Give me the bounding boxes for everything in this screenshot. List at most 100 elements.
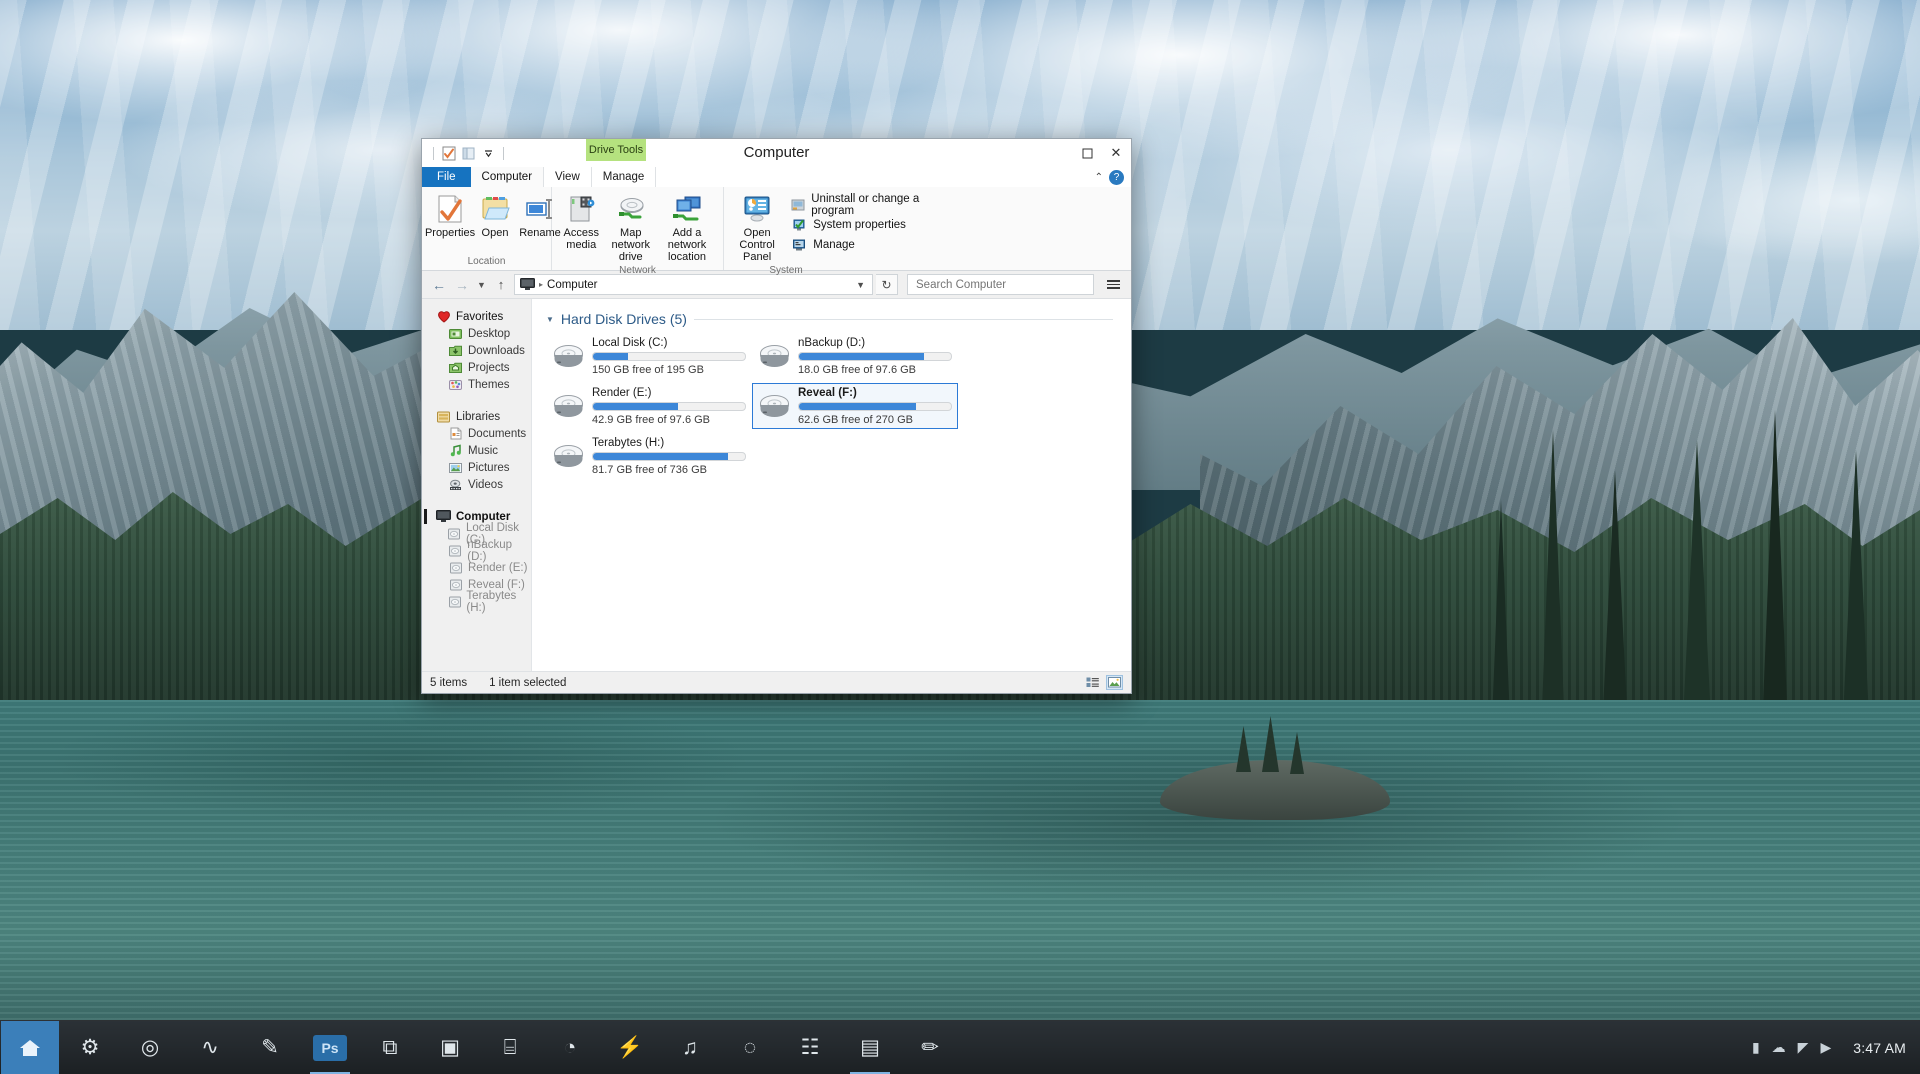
volume-icon[interactable]: ▶ xyxy=(1820,1039,1831,1056)
network-icon[interactable]: ◤ xyxy=(1798,1039,1809,1056)
back-arrow-icon[interactable]: ← xyxy=(429,275,449,295)
hard-drive-icon xyxy=(552,393,585,420)
sidebar-item-nbackup-d[interactable]: nBackup (D:) xyxy=(422,539,531,563)
drive-tiles[interactable]: Local Disk (C:) 150 GB free of 195 GB nB… xyxy=(546,333,1131,483)
system-command-list[interactable]: Uninstall or change a program System pro… xyxy=(783,191,948,253)
maximize-button[interactable] xyxy=(1073,139,1101,167)
address-path-field[interactable]: ▸ Computer ▼ xyxy=(514,274,873,295)
system-tray[interactable]: ▮ ☁ ◤ ▶ 3:47 AM xyxy=(1752,1039,1920,1056)
ribbon-right-controls[interactable]: ⌃ ? xyxy=(1095,167,1131,187)
taskbar-settings-app[interactable]: ⚙ xyxy=(60,1021,120,1074)
taskbar-music-app[interactable]: ♫ xyxy=(660,1021,720,1074)
uninstall-or-change-program-item[interactable]: Uninstall or change a program xyxy=(791,193,940,217)
close-button[interactable]: ✕ xyxy=(1101,139,1131,167)
access-media-button[interactable]: Access media xyxy=(558,191,605,253)
sidebar-item-desktop[interactable]: Desktop xyxy=(422,325,531,342)
help-button[interactable]: ? xyxy=(1109,169,1124,185)
taskbar-blender-app[interactable]: ◔ xyxy=(540,1021,600,1074)
up-arrow-icon[interactable]: ↑ xyxy=(491,275,511,295)
window-buttons[interactable]: ✕ xyxy=(1073,139,1131,167)
hamburger-icon[interactable] xyxy=(1102,274,1124,295)
quick-access-toolbar[interactable] xyxy=(422,142,507,164)
folder-icon[interactable] xyxy=(460,145,477,162)
sidebar-item-terabytes-h[interactable]: Terabytes (H:) xyxy=(422,590,531,614)
drive-tile-render-e[interactable]: Render (E:) 42.9 GB free of 97.6 GB xyxy=(546,383,752,429)
recent-locations-icon[interactable]: ▼ xyxy=(475,275,488,295)
navigation-pane[interactable]: Favorites Desktop Downloads Projects The… xyxy=(422,299,532,671)
uninstall-label: Uninstall or change a program xyxy=(811,192,920,217)
taskbar-archive-app[interactable]: ⌸ xyxy=(480,1021,540,1074)
drive-icon xyxy=(448,543,462,558)
uninstall-icon xyxy=(791,197,805,213)
network-location-icon xyxy=(671,193,703,225)
battery-icon[interactable]: ▮ xyxy=(1752,1039,1760,1056)
drive-tile-nbackup-d[interactable]: nBackup (D:) 18.0 GB free of 97.6 GB xyxy=(752,333,958,379)
add-network-location-button[interactable]: Add a network location xyxy=(657,191,717,265)
refresh-icon[interactable]: ↻ xyxy=(876,274,898,295)
window-title-bar[interactable]: Computer Drive Tools ✕ xyxy=(422,139,1131,167)
collapse-triangle-icon[interactable]: ▼ xyxy=(546,315,554,324)
ribbon-tab-strip[interactable]: File Computer View Manage ⌃ ? xyxy=(422,167,1131,187)
sidebar-item-themes[interactable]: Themes xyxy=(422,376,531,393)
ribbon[interactable]: Properties Open Rename Location Access m… xyxy=(422,187,1131,276)
map-network-drive-button[interactable]: Map network drive xyxy=(606,191,656,265)
sidebar-item-documents[interactable]: Documents xyxy=(422,425,531,442)
drive-tile-local-disk-c[interactable]: Local Disk (C:) 150 GB free of 195 GB xyxy=(546,333,752,379)
taskbar-editor-app[interactable]: ✏ xyxy=(900,1021,960,1074)
sidebar-item-computer[interactable]: Computer xyxy=(422,508,531,525)
tab-manage[interactable]: Manage xyxy=(591,167,657,187)
chevron-down-icon[interactable] xyxy=(480,145,497,162)
open-control-panel-button[interactable]: Open Control Panel xyxy=(732,191,782,265)
nav-section-favorites[interactable]: Favorites xyxy=(422,308,531,325)
clock[interactable]: 3:47 AM xyxy=(1853,1040,1906,1056)
collapse-ribbon-button[interactable]: ⌃ xyxy=(1095,172,1103,183)
system-properties-item[interactable]: System properties xyxy=(791,216,940,233)
nav-gap-1 xyxy=(422,393,531,408)
sidebar-item-downloads[interactable]: Downloads xyxy=(422,342,531,359)
search-input[interactable] xyxy=(914,277,1087,292)
open-button[interactable]: Open xyxy=(473,191,517,241)
view-switcher[interactable] xyxy=(1084,675,1123,690)
taskbar-photoshop-app[interactable]: Ps xyxy=(300,1021,360,1074)
forward-arrow-icon[interactable]: → xyxy=(452,275,472,295)
window-body: Favorites Desktop Downloads Projects The… xyxy=(422,299,1131,671)
taskbar-calculator-app[interactable]: ☷ xyxy=(780,1021,840,1074)
manage-item[interactable]: Manage xyxy=(791,236,940,253)
sidebar-item-projects[interactable]: Projects xyxy=(422,359,531,376)
drive-tile-reveal-f[interactable]: Reveal (F:) 62.6 GB free of 270 GB xyxy=(752,383,958,429)
start-button[interactable] xyxy=(0,1020,60,1074)
breadcrumb-computer[interactable]: Computer xyxy=(547,279,598,291)
desktop[interactable]: Computer Drive Tools ✕ File Computer Vie… xyxy=(0,0,1920,1074)
taskbar[interactable]: ⚙ ◎ ∿ ✎ Ps ⧉ ▣ ⌸ ◔ ⚡ ♫ ◌ ☷ ▤ ✏ ▮ ☁ ◤ ▶ 3… xyxy=(0,1020,1920,1074)
map-drive-icon xyxy=(615,193,647,225)
sidebar-item-videos[interactable]: Videos xyxy=(422,476,531,493)
properties-icon[interactable] xyxy=(440,145,457,162)
sidebar-item-render-e[interactable]: Render (E:) xyxy=(422,559,531,576)
taskbar-clipboard-app[interactable]: ⧉ xyxy=(360,1021,420,1074)
properties-button[interactable]: Properties xyxy=(425,191,475,241)
group-header-hard-disk-drives[interactable]: ▼ Hard Disk Drives (5) xyxy=(546,311,1131,327)
taskbar-search-app[interactable]: ◌ xyxy=(720,1021,780,1074)
large-icons-view-icon[interactable] xyxy=(1106,675,1123,690)
search-box[interactable] xyxy=(907,274,1094,295)
taskbar-power-app[interactable]: ⚡ xyxy=(600,1021,660,1074)
bolt-icon: ⚡ xyxy=(616,1036,644,1059)
tab-view[interactable]: View xyxy=(544,167,592,187)
onedrive-icon[interactable]: ☁ xyxy=(1772,1039,1786,1056)
taskbar-chrome-app[interactable]: ◎ xyxy=(120,1021,180,1074)
capacity-fill xyxy=(593,402,679,410)
nav-section-libraries[interactable]: Libraries xyxy=(422,408,531,425)
content-area[interactable]: ▼ Hard Disk Drives (5) Local Disk (C:) 1… xyxy=(532,299,1131,671)
taskbar-monitor-app[interactable]: ∿ xyxy=(180,1021,240,1074)
address-dropdown-icon[interactable]: ▼ xyxy=(851,280,870,290)
tab-file[interactable]: File xyxy=(422,167,471,187)
sidebar-item-pictures[interactable]: Pictures xyxy=(422,459,531,476)
details-view-icon[interactable] xyxy=(1084,675,1101,690)
drive-tile-terabytes-h[interactable]: Terabytes (H:) 81.7 GB free of 736 GB xyxy=(546,433,752,479)
taskbar-video-app[interactable]: ▣ xyxy=(420,1021,480,1074)
sidebar-item-music[interactable]: Music xyxy=(422,442,531,459)
taskbar-explorer-app[interactable]: ▤ xyxy=(840,1021,900,1074)
taskbar-notes-app[interactable]: ✎ xyxy=(240,1021,300,1074)
file-explorer-window[interactable]: Computer Drive Tools ✕ File Computer Vie… xyxy=(421,138,1132,694)
tab-computer[interactable]: Computer xyxy=(470,167,545,187)
